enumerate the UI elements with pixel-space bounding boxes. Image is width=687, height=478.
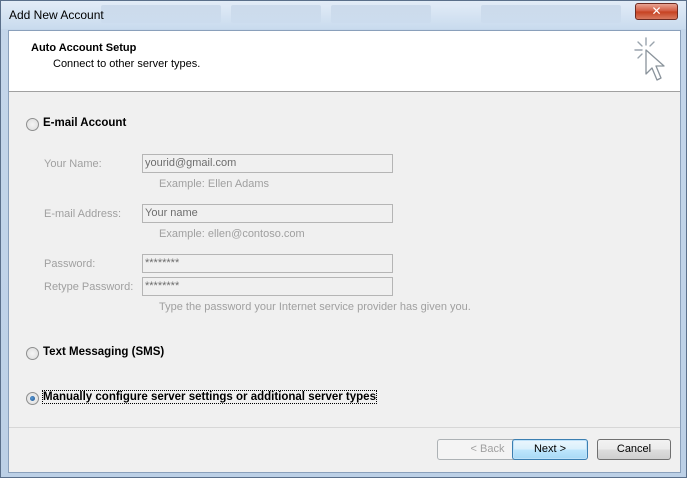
your-name-example: Example: Ellen Adams — [159, 178, 270, 190]
your-name-field[interactable]: yourid@gmail.com — [142, 154, 393, 173]
cursor-sparkle-icon — [634, 37, 665, 81]
text-messaging-radio[interactable] — [26, 347, 39, 360]
next-button[interactable]: Next > — [512, 439, 588, 460]
dialog-client-area: Auto Account Setup Connect to other serv… — [8, 30, 681, 473]
password-label: Password: — [44, 258, 96, 270]
retype-password-label: Retype Password: — [44, 281, 134, 293]
email-address-field[interactable]: Your name — [142, 204, 393, 223]
password-hint: Type the password your Internet service … — [159, 301, 471, 313]
titlebar-background-blur — [231, 5, 321, 23]
add-new-account-window: Add New Account ✕ Auto Account Setup Con… — [0, 0, 687, 478]
button-separator — [9, 427, 680, 428]
manual-configure-radio[interactable] — [26, 392, 39, 405]
titlebar-background-blur — [101, 5, 221, 23]
header-subtitle: Connect to other server types. — [53, 58, 201, 70]
dialog-header: Auto Account Setup Connect to other serv… — [9, 31, 680, 92]
manual-configure-label: Manually configure server settings or ad… — [42, 390, 377, 404]
title-bar[interactable]: Add New Account ✕ — [1, 1, 686, 29]
titlebar-background-blur — [481, 5, 621, 23]
close-button[interactable]: ✕ — [635, 3, 678, 20]
retype-password-field[interactable]: ******** — [142, 277, 393, 296]
window-title: Add New Account — [9, 8, 104, 22]
your-name-label: Your Name: — [44, 158, 102, 170]
close-icon: ✕ — [651, 4, 662, 18]
email-account-label: E-mail Account — [43, 117, 127, 129]
radio-selected-dot — [30, 396, 35, 401]
email-address-label: E-mail Address: — [44, 208, 122, 220]
titlebar-background-blur — [331, 5, 431, 23]
email-address-example: Example: ellen@contoso.com — [159, 228, 305, 240]
header-title: Auto Account Setup — [31, 42, 137, 54]
password-field[interactable]: ******** — [142, 254, 393, 273]
cancel-button[interactable]: Cancel — [597, 439, 671, 460]
email-account-radio[interactable] — [26, 118, 39, 131]
text-messaging-label: Text Messaging (SMS) — [43, 346, 165, 358]
